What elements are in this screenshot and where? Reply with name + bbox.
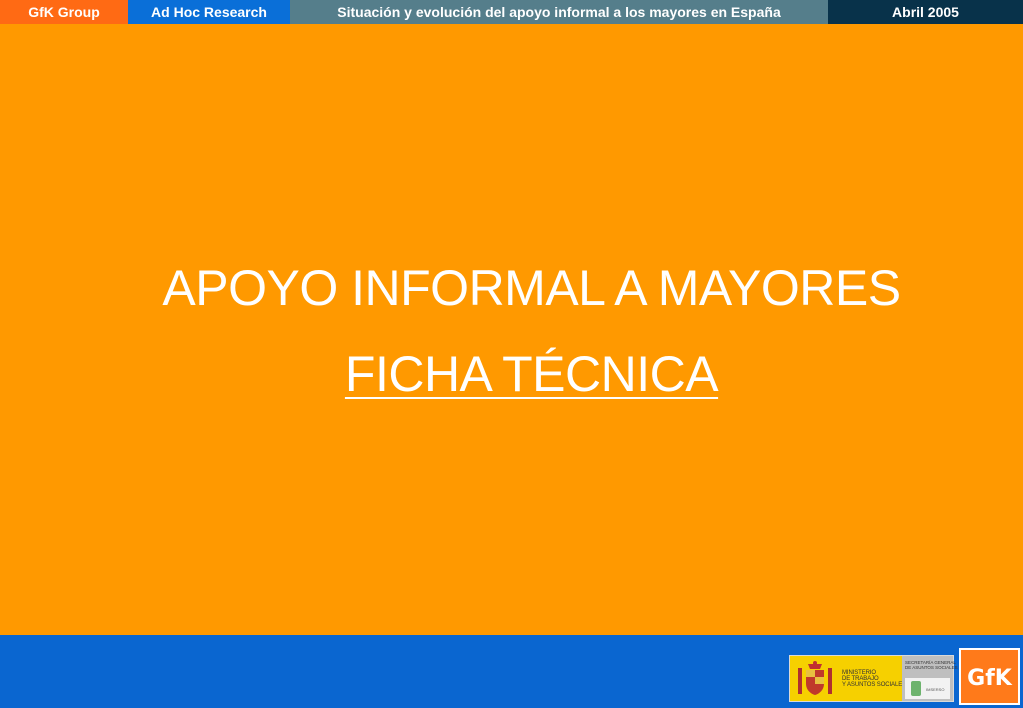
ministry-logo: MINISTERIO DE TRABAJO Y ASUNTOS SOCIALES… — [789, 655, 958, 702]
imserso-icon — [911, 681, 921, 696]
header-date: Abril 2005 — [828, 0, 1023, 24]
imserso-logo: IMSERSO — [905, 678, 950, 699]
ministry-name: MINISTERIO DE TRABAJO Y ASUNTOS SOCIALES — [842, 670, 907, 688]
secretaria-name: SECRETARÍA GENERAL DE ASUNTOS SOCIALES — [905, 660, 958, 670]
footer-bar: MINISTERIO DE TRABAJO Y ASUNTOS SOCIALES… — [0, 635, 1023, 708]
header-bar: GfK Group Ad Hoc Research Situación y ev… — [0, 0, 1023, 24]
slide-subtitle: FICHA TÉCNICA — [0, 346, 1023, 402]
slide-subtitle-text: FICHA TÉCNICA — [344, 346, 719, 402]
gfk-logo: GfK — [959, 648, 1020, 705]
slide-body: APOYO INFORMAL A MAYORES FICHA TÉCNICA — [0, 24, 1023, 635]
header-study-title: Situación y evolución del apoyo informal… — [290, 0, 828, 24]
header-division: Ad Hoc Research — [128, 0, 290, 24]
header-group: GfK Group — [0, 0, 128, 24]
slide-title: APOYO INFORMAL A MAYORES — [162, 260, 901, 316]
coat-of-arms-icon — [798, 661, 832, 695]
